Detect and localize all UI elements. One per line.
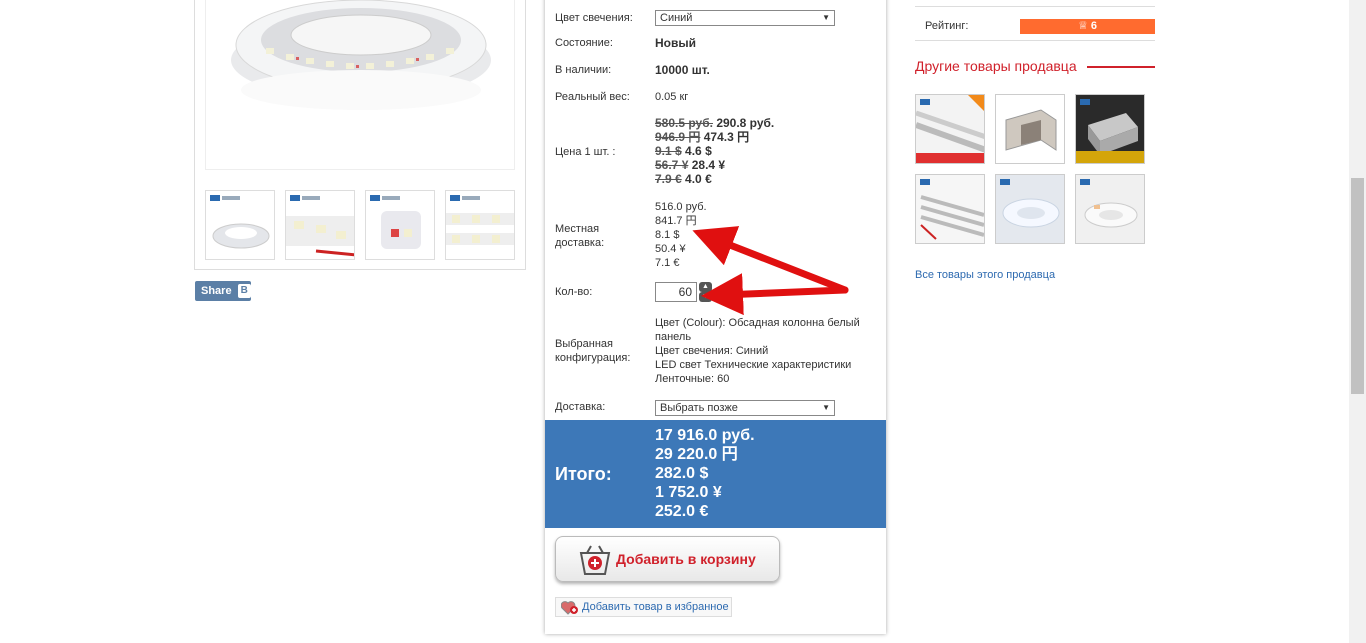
total-value: 1 752.0 ¥ [655, 484, 722, 501]
quantity-stepper: ▲ ▼ [699, 282, 712, 302]
glow-color-select[interactable]: Синий ▼ [655, 10, 835, 26]
config-line: Цвет (Colour): Обсадная колонна белый [655, 317, 860, 329]
add-to-cart-label: Добавить в корзину [616, 551, 756, 567]
delivery-select[interactable]: Выбрать позже ▼ [655, 400, 835, 416]
total-label: Итого: [555, 464, 612, 484]
weight-label: Реальный вес: [555, 91, 630, 103]
divider [915, 40, 1155, 41]
config-line: панель [655, 331, 692, 343]
local-shipping-label: Местная доставка: [555, 223, 605, 249]
delivery-value: Выбрать позже [660, 402, 738, 414]
glow-color-value: Синий [660, 12, 693, 24]
add-to-cart-button[interactable]: Добавить в корзину [555, 536, 780, 582]
local-shipping-values: 516.0 руб. 841.7 円 8.1 $ 50.4 ¥ 7.1 € [655, 200, 707, 270]
basket-plus-icon [579, 545, 611, 575]
price-list: 580.5 руб. 290.8 руб. 946.9 円 474.3 円 9.… [655, 116, 774, 186]
dropdown-arrow-icon: ▼ [822, 13, 830, 22]
thumbnail-3[interactable] [365, 190, 435, 260]
glow-color-label: Цвет свечения: [555, 12, 633, 24]
stock-value: 10000 шт. [655, 63, 710, 77]
other-products-title: Другие товары продавца [915, 58, 1077, 74]
product-gallery [194, 0, 526, 270]
condition-label: Состояние: [555, 37, 613, 49]
price-label: Цена 1 шт. : [555, 146, 616, 158]
config-label: Выбранная конфигурация: [555, 338, 631, 364]
total-value: 282.0 $ [655, 465, 709, 482]
rating-value: 6 [1090, 20, 1098, 32]
all-seller-products-link[interactable]: Все товары этого продавца [915, 269, 1055, 281]
rating-badge: ♕ 6 [1020, 19, 1155, 34]
divider [915, 6, 1155, 7]
dropdown-arrow-icon: ▼ [822, 403, 830, 412]
shipping-value: 841.7 円 [655, 215, 697, 227]
thumbnail-strip [205, 190, 517, 260]
main-product-image[interactable] [205, 0, 515, 170]
vk-icon: B [237, 284, 251, 298]
shipping-value: 516.0 руб. [655, 201, 707, 213]
config-line: LED свет Технические характеристики [655, 359, 852, 371]
price-line: 7.9 € 4.0 € [655, 172, 712, 186]
quantity-input[interactable]: 60 [655, 282, 697, 302]
spin-up-icon[interactable]: ▲ [699, 282, 712, 292]
thumbnail-1[interactable] [205, 190, 275, 260]
seller-product-4[interactable] [915, 174, 985, 244]
config-line: Цвет свечения: Синий [655, 345, 769, 357]
config-line: Ленточные: 60 [655, 373, 730, 385]
stock-label: В наличии: [555, 64, 612, 76]
share-button[interactable]: Share B [195, 281, 251, 301]
total-values: 17 916.0 руб. 29 220.0 円 282.0 $ 1 752.0… [655, 426, 755, 521]
thumbnail-2[interactable] [285, 190, 355, 260]
crown-icon: ♕ [1077, 20, 1088, 32]
add-to-favorites-button[interactable]: Добавить товар в избранное [555, 597, 732, 617]
title-rule [1087, 66, 1155, 68]
shipping-value: 50.4 ¥ [655, 243, 686, 255]
seller-product-2[interactable] [995, 94, 1065, 164]
total-block: Итого: 17 916.0 руб. 29 220.0 円 282.0 $ … [545, 420, 886, 528]
price-line: 946.9 円 474.3 円 [655, 130, 750, 144]
scrollbar-thumb[interactable] [1351, 178, 1364, 394]
delivery-label: Доставка: [555, 401, 606, 413]
quantity-label: Кол-во: [555, 286, 593, 298]
spin-down-icon[interactable]: ▼ [699, 292, 712, 302]
seller-product-5[interactable] [995, 174, 1065, 244]
add-to-favorites-label: Добавить товар в избранное [582, 601, 729, 613]
heart-icon [561, 601, 578, 615]
total-value: 29 220.0 円 [655, 446, 738, 463]
price-line: 9.1 $ 4.6 $ [655, 144, 712, 158]
thumbnail-4[interactable] [445, 190, 515, 260]
seller-product-3[interactable] [1075, 94, 1145, 164]
total-value: 252.0 € [655, 503, 709, 520]
config-values: Цвет (Colour): Обсадная колонна белый па… [655, 316, 875, 386]
condition-value: Новый [655, 36, 696, 50]
share-label: Share [201, 285, 232, 297]
seller-product-1[interactable] [915, 94, 985, 164]
rating-label: Рейтинг: [925, 20, 969, 32]
product-options-panel: Цвет свечения: Синий ▼ Состояние: Новый … [545, 0, 886, 634]
seller-product-6[interactable] [1075, 174, 1145, 244]
page-scrollbar[interactable] [1349, 0, 1366, 643]
shipping-value: 7.1 € [655, 257, 680, 269]
shipping-value: 8.1 $ [655, 229, 680, 241]
price-line: 56.7 ¥ 28.4 ¥ [655, 158, 726, 172]
weight-value: 0.05 кг [655, 91, 689, 103]
total-value: 17 916.0 руб. [655, 427, 755, 444]
price-line: 580.5 руб. 290.8 руб. [655, 116, 775, 130]
